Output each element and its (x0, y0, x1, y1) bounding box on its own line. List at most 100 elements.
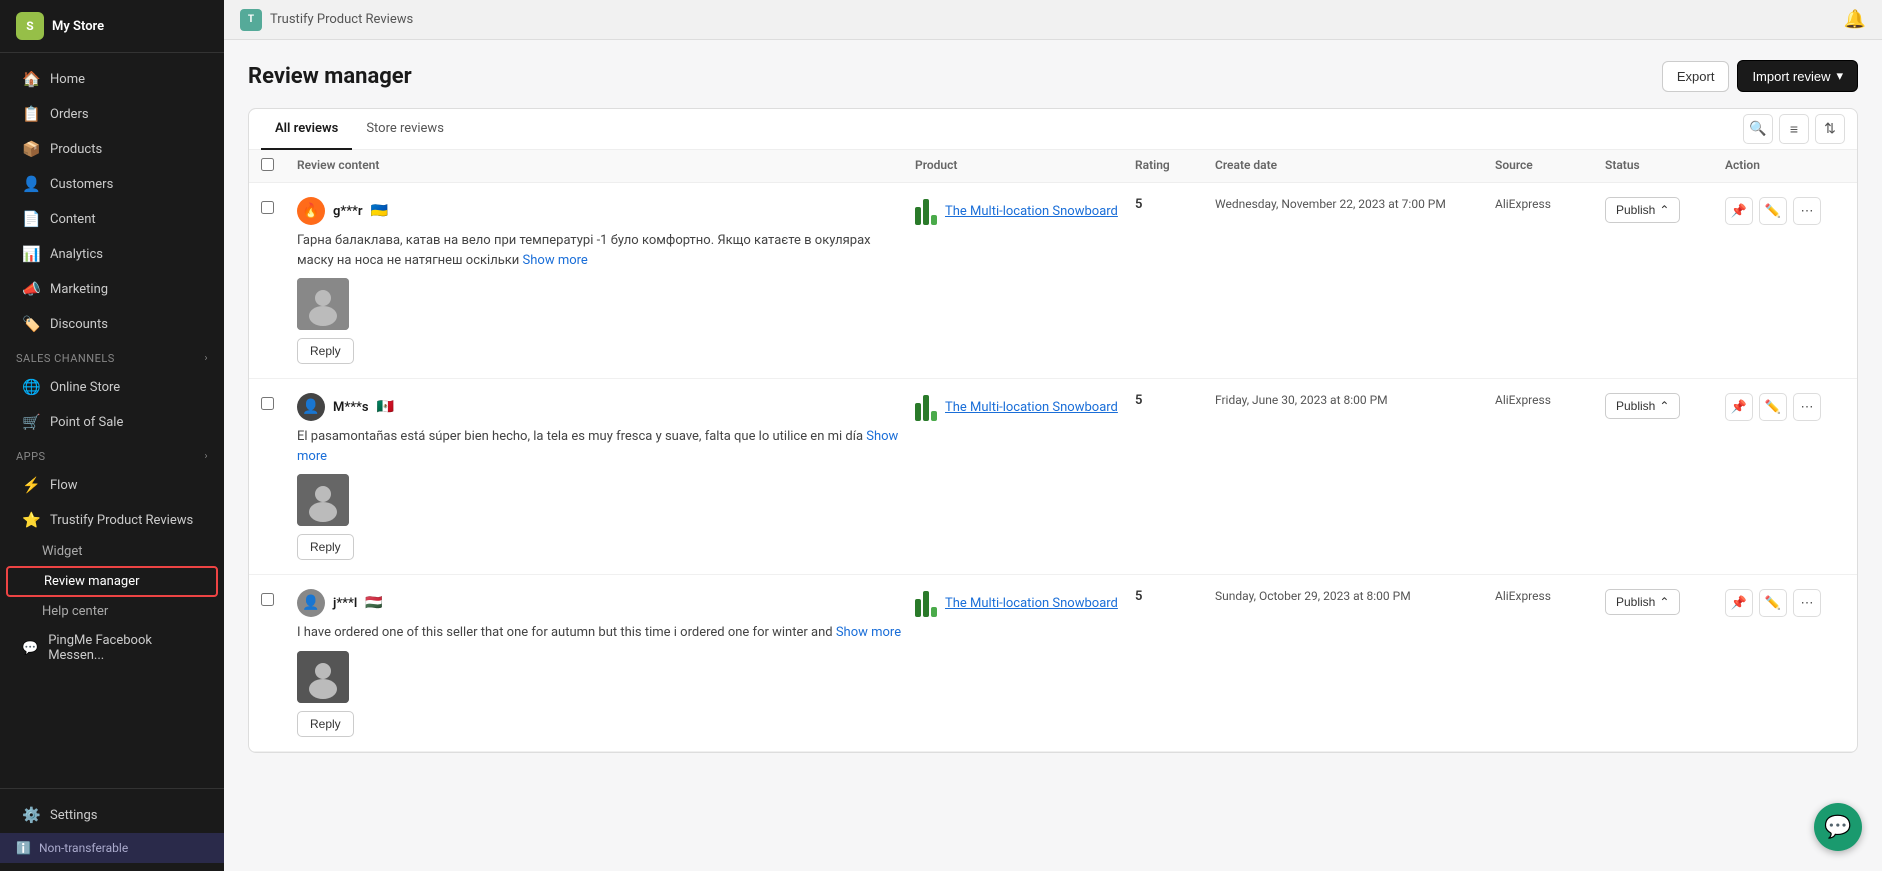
edit-icon-button[interactable]: ✏️ (1759, 589, 1787, 617)
table-header: Review content Product Rating Create dat… (249, 150, 1857, 183)
source-cell: AliExpress (1495, 393, 1605, 407)
sidebar-sub-review-manager[interactable]: Review manager (6, 566, 218, 597)
product-link[interactable]: The Multi-location Snowboard (945, 400, 1118, 415)
col-checkbox (261, 158, 297, 174)
show-more-link[interactable]: Show more (523, 253, 588, 268)
review-thumbnail (297, 278, 349, 330)
publish-chevron-icon: ⌃ (1659, 203, 1669, 217)
trustify-icon: ⭐ (22, 511, 40, 529)
show-more-link[interactable]: Show more (836, 625, 901, 640)
row-checkbox-cell (261, 197, 297, 214)
product-link[interactable]: The Multi-location Snowboard (945, 596, 1118, 611)
sidebar-sub-help-center[interactable]: Help center (6, 598, 218, 625)
sidebar-item-pingme[interactable]: 💬 PingMe Facebook Messen... (6, 626, 218, 670)
table-row: 👤 M***s 🇲🇽 El pasamontañas está súper bi… (249, 379, 1857, 575)
row-checkbox[interactable] (261, 593, 274, 606)
sidebar-sub-widget[interactable]: Widget (6, 538, 218, 565)
pin-icon-button[interactable]: 📌 (1725, 589, 1753, 617)
topbar-title-area: T Trustify Product Reviews (240, 9, 413, 31)
analytics-icon: 📊 (22, 245, 40, 263)
import-chevron-icon: ▾ (1836, 68, 1843, 84)
action-cell: 📌 ✏️ ⋯ (1725, 197, 1845, 225)
non-transferable-icon: ℹ️ (16, 841, 31, 855)
sidebar-bottom: ⚙️ Settings ℹ️ Non-transferable (0, 788, 224, 871)
sidebar-item-label: Flow (50, 478, 78, 493)
pingme-icon: 💬 (22, 641, 38, 656)
sidebar-item-orders[interactable]: 📋 Orders (6, 97, 218, 131)
sidebar-item-label: Orders (50, 107, 89, 122)
reply-button[interactable]: Reply (297, 338, 354, 364)
row-checkbox[interactable] (261, 201, 274, 214)
status-cell: Publish ⌃ (1605, 197, 1725, 223)
sort-icon-button[interactable]: ⇅ (1815, 114, 1845, 144)
flow-icon: ⚡ (22, 476, 40, 494)
page-actions: Export Import review ▾ (1662, 60, 1858, 92)
sidebar: S My Store 🏠 Home 📋 Orders 📦 Products 👤 … (0, 0, 224, 871)
topbar: T Trustify Product Reviews 🔔 (224, 0, 1882, 40)
col-rating: Rating (1135, 158, 1215, 174)
sidebar-item-label: Trustify Product Reviews (50, 513, 193, 528)
product-bars-icon (915, 393, 937, 421)
filter-icon-button[interactable]: ≡ (1779, 114, 1809, 144)
marketing-icon: 📣 (22, 280, 40, 298)
page-header: Review manager Export Import review ▾ (248, 60, 1858, 92)
tab-store-reviews[interactable]: Store reviews (352, 109, 458, 150)
row-checkbox[interactable] (261, 397, 274, 410)
sidebar-item-point-of-sale[interactable]: 🛒 Point of Sale (6, 405, 218, 439)
edit-icon-button[interactable]: ✏️ (1759, 197, 1787, 225)
product-bars-icon (915, 197, 937, 225)
products-icon: 📦 (22, 140, 40, 158)
reviewer-flag: 🇺🇦 (371, 203, 388, 219)
sidebar-item-products[interactable]: 📦 Products (6, 132, 218, 166)
sidebar-item-home[interactable]: 🏠 Home (6, 62, 218, 96)
col-product: Product (915, 158, 1135, 174)
status-cell: Publish ⌃ (1605, 393, 1725, 419)
search-icon-button[interactable]: 🔍 (1743, 114, 1773, 144)
publish-chevron-icon: ⌃ (1659, 399, 1669, 413)
sidebar-item-analytics[interactable]: 📊 Analytics (6, 237, 218, 271)
sidebar-item-settings[interactable]: ⚙️ Settings (6, 798, 218, 832)
more-icon-button[interactable]: ⋯ (1793, 197, 1821, 225)
sidebar-item-discounts[interactable]: 🏷️ Discounts (6, 307, 218, 341)
sales-channels-chevron: › (204, 353, 208, 364)
pin-icon-button[interactable]: 📌 (1725, 197, 1753, 225)
tab-all-reviews[interactable]: All reviews (261, 109, 352, 150)
col-review-content: Review content (297, 158, 915, 174)
reviewer-name: j***l (333, 596, 357, 611)
sidebar-item-flow[interactable]: ⚡ Flow (6, 468, 218, 502)
pin-icon-button[interactable]: 📌 (1725, 393, 1753, 421)
edit-icon-button[interactable]: ✏️ (1759, 393, 1787, 421)
sidebar-item-label: Discounts (50, 317, 108, 332)
sidebar-item-label: Marketing (50, 282, 108, 297)
more-icon-button[interactable]: ⋯ (1793, 589, 1821, 617)
customers-icon: 👤 (22, 175, 40, 193)
import-review-button[interactable]: Import review ▾ (1737, 60, 1858, 92)
home-icon: 🏠 (22, 70, 40, 88)
sidebar-item-content[interactable]: 📄 Content (6, 202, 218, 236)
sidebar-item-marketing[interactable]: 📣 Marketing (6, 272, 218, 306)
review-text: El pasamontañas está súper bien hecho, l… (297, 427, 903, 466)
sidebar-item-trustify[interactable]: ⭐ Trustify Product Reviews (6, 503, 218, 537)
publish-button[interactable]: Publish ⌃ (1605, 393, 1680, 419)
sidebar-item-label: Home (50, 72, 85, 87)
reviewer-header: 🔥 g***r 🇺🇦 (297, 197, 903, 225)
import-label: Import review (1752, 69, 1830, 84)
tab-actions: 🔍 ≡ ⇅ (1743, 114, 1845, 144)
select-all-checkbox[interactable] (261, 158, 274, 171)
chat-bubble-button[interactable]: 💬 (1814, 803, 1862, 851)
publish-button[interactable]: Publish ⌃ (1605, 197, 1680, 223)
sidebar-item-online-store[interactable]: 🌐 Online Store (6, 370, 218, 404)
content-icon: 📄 (22, 210, 40, 228)
export-button[interactable]: Export (1662, 61, 1730, 92)
bell-icon[interactable]: 🔔 (1844, 9, 1866, 30)
online-store-icon: 🌐 (22, 378, 40, 396)
reply-button[interactable]: Reply (297, 711, 354, 737)
source-cell: AliExpress (1495, 197, 1605, 211)
publish-button[interactable]: Publish ⌃ (1605, 589, 1680, 615)
reviewer-header: 👤 M***s 🇲🇽 (297, 393, 903, 421)
sidebar-item-customers[interactable]: 👤 Customers (6, 167, 218, 201)
col-create-date: Create date (1215, 158, 1495, 174)
reply-button[interactable]: Reply (297, 534, 354, 560)
more-icon-button[interactable]: ⋯ (1793, 393, 1821, 421)
product-link[interactable]: The Multi-location Snowboard (945, 204, 1118, 219)
